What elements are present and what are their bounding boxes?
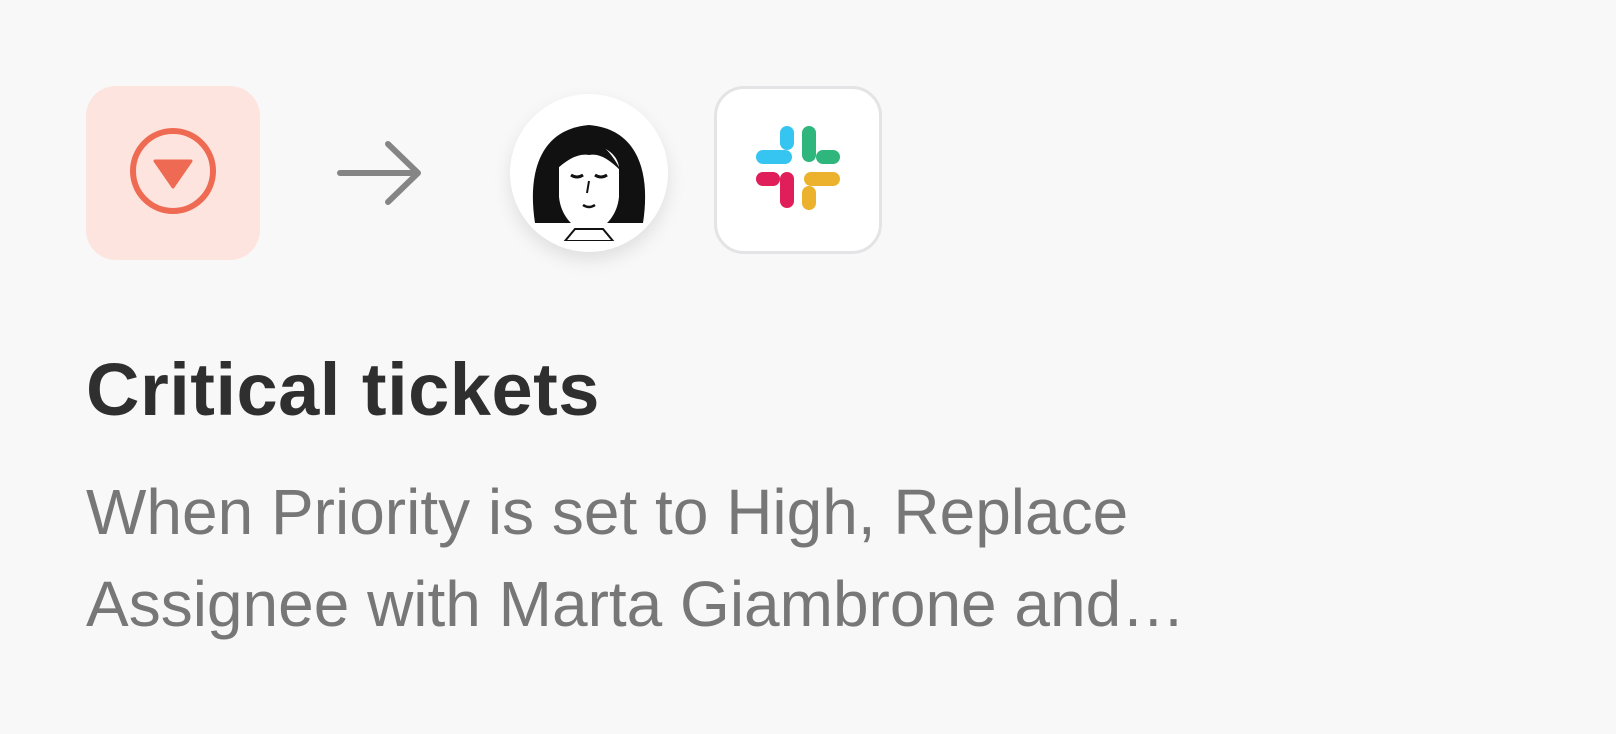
automation-rule-card[interactable]: Critical tickets When Priority is set to… bbox=[0, 0, 1616, 734]
arrow-right-icon bbox=[336, 138, 426, 208]
slack-integration-tile bbox=[714, 86, 882, 254]
assignee-avatar bbox=[510, 94, 668, 252]
rule-icon-row bbox=[86, 86, 906, 260]
rule-title: Critical tickets bbox=[86, 348, 600, 431]
avatar-icon bbox=[519, 101, 659, 246]
slack-logo-icon bbox=[752, 122, 844, 219]
trigger-tile bbox=[86, 86, 260, 260]
rule-description: When Priority is set to High, Replace As… bbox=[86, 476, 1186, 640]
priority-down-circle-icon bbox=[127, 125, 219, 222]
